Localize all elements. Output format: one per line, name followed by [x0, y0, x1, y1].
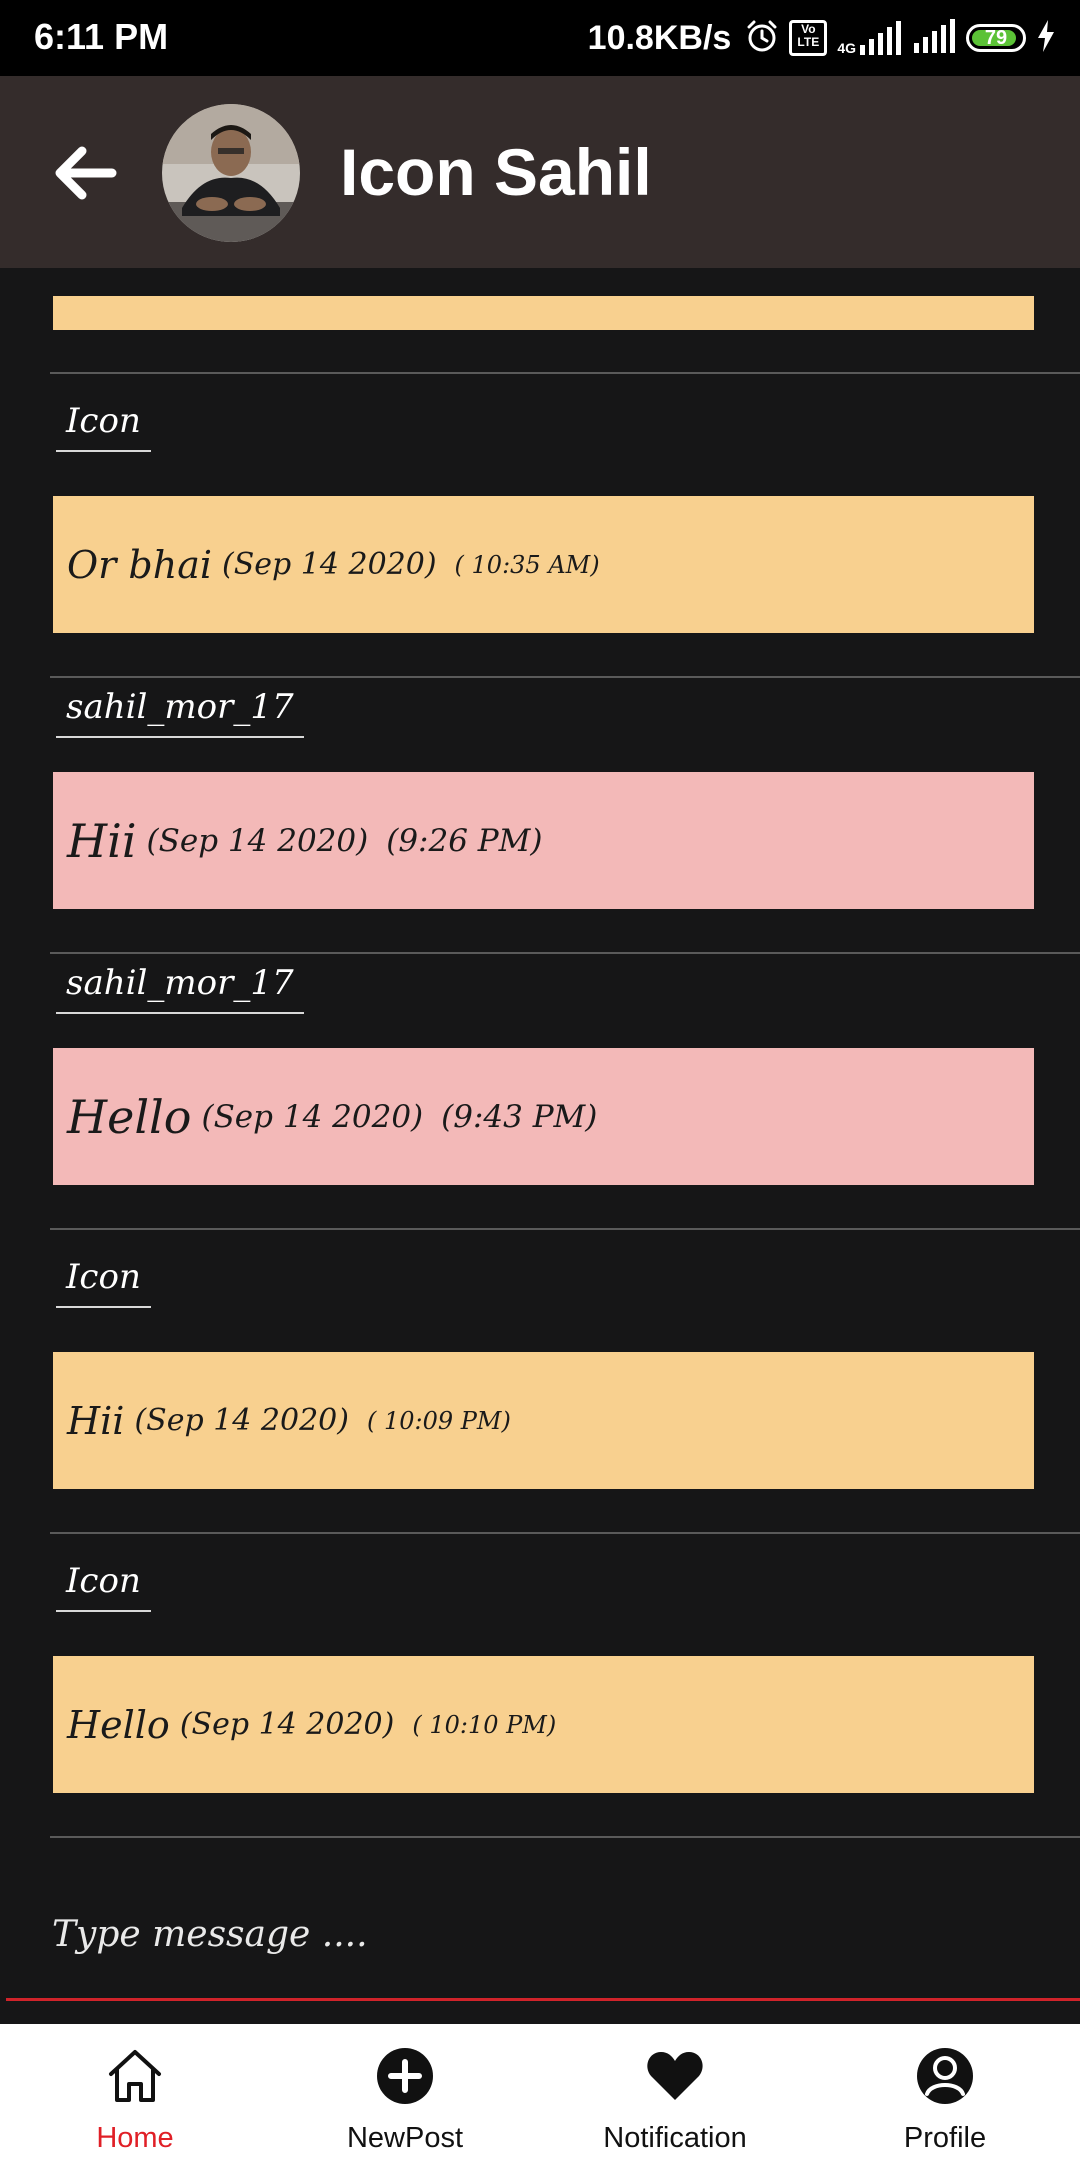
message-sender: Icon — [56, 1248, 151, 1308]
network-speed: 10.8KB/s — [587, 18, 732, 57]
message-list[interactable]: Icon Or bhai (Sep 14 2020) ( 10:35 AM) s… — [0, 268, 1080, 1848]
message-composer — [0, 1848, 1080, 2024]
message-divider — [50, 1532, 1080, 1534]
nav-newpost[interactable]: NewPost — [305, 2024, 505, 2160]
message-text: Hello — [67, 1089, 192, 1144]
message-date: (Sep 14 2020) — [146, 822, 369, 859]
input-underline — [6, 1998, 1080, 2001]
message-time: (9:43 PM) — [441, 1098, 598, 1135]
message-text: Hello — [67, 1702, 170, 1747]
alarm-icon — [745, 19, 779, 58]
nav-home-label: Home — [96, 2122, 174, 2154]
message-text: Or bhai — [67, 542, 213, 587]
message-time: (9:26 PM) — [386, 822, 543, 859]
signal-icon — [912, 18, 956, 58]
message-sender: sahil_mor_17 — [56, 678, 304, 738]
message-time: ( 10:35 AM) — [454, 550, 600, 579]
volte-icon: Vo LTE — [789, 20, 828, 56]
nav-notification-label: Notification — [603, 2122, 747, 2154]
message-bubble[interactable]: Hii (Sep 14 2020) ( 10:09 PM) — [53, 1352, 1034, 1489]
network-type-label: 4G — [837, 40, 856, 56]
chat-title: Icon Sahil — [340, 135, 652, 209]
message-date: (Sep 14 2020) — [179, 1707, 395, 1742]
message-bubble[interactable]: Hello (Sep 14 2020) ( 10:10 PM) — [53, 1656, 1034, 1793]
message-date: (Sep 14 2020) — [222, 547, 437, 582]
heart-icon — [647, 2052, 703, 2100]
message-sender: sahil_mor_17 — [56, 954, 304, 1014]
battery-icon: 79 — [966, 24, 1026, 52]
message-sender: Icon — [56, 1552, 151, 1612]
charging-icon — [1036, 19, 1056, 57]
message-bubble[interactable]: Or bhai (Sep 14 2020) ( 10:35 AM) — [53, 496, 1034, 633]
battery-percent: 79 — [984, 26, 1008, 49]
status-bar: 6:11 PM 10.8KB/s Vo LTE 4G 79 — [0, 0, 1080, 76]
message-divider — [50, 1228, 1080, 1230]
profile-photo — [162, 104, 300, 242]
status-time: 6:11 PM — [34, 16, 169, 57]
nav-newpost-label: NewPost — [346, 2122, 464, 2154]
message-divider — [50, 1836, 1080, 1838]
message-time: ( 10:10 PM) — [412, 1710, 557, 1739]
chat-header: Icon Sahil — [0, 76, 1080, 268]
message-input[interactable] — [50, 1898, 1054, 1970]
nav-home[interactable]: Home — [35, 2024, 235, 2160]
plus-circle-icon — [377, 2048, 433, 2104]
message-bubble-partial — [53, 296, 1034, 330]
bottom-navigation: Home NewPost Notification Profile — [0, 2024, 1080, 2160]
arrow-left-icon — [55, 146, 117, 200]
message-time: ( 10:09 PM) — [366, 1406, 511, 1435]
status-icons: 10.8KB/s Vo LTE 4G 79 — [588, 14, 1056, 62]
user-circle-icon — [917, 2048, 973, 2104]
message-date: (Sep 14 2020) — [134, 1403, 349, 1438]
signal-4g-icon: 4G — [837, 21, 902, 55]
back-button[interactable] — [50, 138, 120, 208]
nav-notification[interactable]: Notification — [575, 2024, 775, 2160]
message-bubble[interactable]: Hello (Sep 14 2020) (9:43 PM) — [53, 1048, 1034, 1185]
message-date: (Sep 14 2020) — [201, 1098, 424, 1135]
message-text: Hii — [67, 813, 137, 868]
nav-profile[interactable]: Profile — [845, 2024, 1045, 2160]
message-divider — [50, 372, 1080, 374]
message-text: Hii — [67, 1398, 125, 1443]
message-sender: Icon — [56, 392, 151, 452]
avatar[interactable] — [162, 104, 300, 242]
message-bubble[interactable]: Hii (Sep 14 2020) (9:26 PM) — [53, 772, 1034, 909]
nav-profile-label: Profile — [903, 2122, 987, 2154]
home-icon — [109, 2050, 161, 2102]
